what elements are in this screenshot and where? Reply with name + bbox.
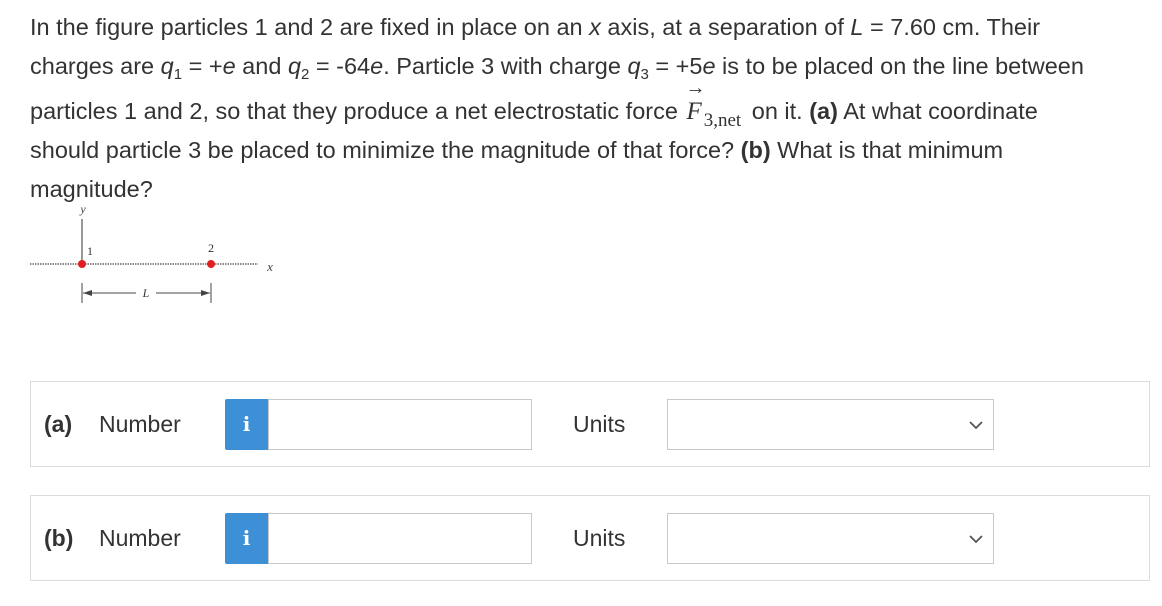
info-icon[interactable]: i	[225, 399, 268, 450]
question-line-3: particles 1 and 2, so that they produce …	[30, 78, 1140, 131]
question-text-span: = +	[182, 53, 223, 79]
number-label-a: Number	[99, 411, 181, 437]
e-variable: e	[702, 53, 716, 79]
dimension-arrow-right-icon	[201, 290, 210, 296]
answer-row-a: (a) Number i Units	[30, 381, 1150, 467]
particle-1	[78, 260, 86, 268]
question-text-span: on it.	[751, 98, 810, 124]
vector-arrow-icon: →	[685, 77, 706, 99]
question-text-span: = 7.60 cm. Their	[863, 14, 1041, 40]
units-select-a[interactable]	[667, 399, 994, 450]
part-label-b: (b)	[44, 525, 74, 551]
q-variable: q	[627, 53, 641, 79]
number-input-a[interactable]	[268, 399, 532, 450]
question-text-span: should particle 3 be placed to minimize …	[30, 137, 741, 163]
separation-label: L	[142, 286, 150, 300]
question-text-span: What is that minimum	[770, 137, 1004, 163]
L-variable: L	[850, 14, 864, 40]
q-variable: q	[287, 53, 302, 79]
particle-1-label: 1	[87, 244, 93, 258]
part-label-a: (a)	[44, 411, 73, 437]
question-text-span: = -64	[309, 53, 371, 79]
subscript: 1	[173, 66, 183, 83]
chevron-down-icon	[969, 535, 983, 544]
info-icon[interactable]: i	[225, 513, 268, 564]
chevron-down-icon	[969, 421, 983, 430]
question-text-span: charges are	[30, 53, 161, 79]
x-axis-label: x	[266, 259, 273, 274]
question-text-span: At what coordinate	[837, 98, 1038, 124]
question-line-4: should particle 3 be placed to minimize …	[30, 131, 1140, 170]
question-line-2: charges are q1 = +e and q2 = -64e. Parti…	[30, 47, 1140, 86]
particle-2	[207, 260, 215, 268]
question-text: In the figure particles 1 and 2 are fixe…	[30, 8, 1140, 209]
question-text-span: . Particle 3 with charge	[383, 53, 628, 79]
question-text-span: particles 1 and 2, so that they produce …	[30, 98, 685, 124]
x-variable: x	[589, 14, 601, 40]
F-variable: F	[686, 98, 702, 125]
dimension-arrow-left-icon	[83, 290, 92, 296]
force-subscript: 3,net	[703, 110, 742, 131]
number-label-b: Number	[99, 525, 181, 551]
answer-row-b: (b) Number i Units	[30, 495, 1150, 581]
units-label-a: Units	[573, 411, 626, 437]
units-select-b[interactable]	[667, 513, 994, 564]
question-text-span: and	[235, 53, 288, 79]
q-variable: q	[160, 53, 174, 79]
e-variable: e	[222, 53, 236, 79]
particle-figure: y x 1 2 L	[30, 195, 290, 315]
units-label-b: Units	[573, 525, 626, 551]
question-text-span: axis, at a separation of	[600, 14, 851, 40]
subscript: 3	[640, 66, 649, 83]
force-vector: → F	[684, 78, 705, 131]
question-text-span: = +5	[648, 53, 703, 79]
question-text-span: In the figure particles 1 and 2 are fixe…	[30, 14, 590, 40]
number-input-b[interactable]	[268, 513, 532, 564]
part-a-marker: (a)	[809, 98, 838, 124]
question-line-1: In the figure particles 1 and 2 are fixe…	[30, 8, 1140, 47]
e-variable: e	[370, 53, 384, 79]
figure-svg: y x 1 2 L	[30, 202, 273, 303]
y-axis-label: y	[79, 202, 86, 216]
question-text-span: is to be placed on the line between	[715, 53, 1084, 79]
part-b-marker: (b)	[740, 137, 771, 163]
particle-2-label: 2	[208, 241, 214, 255]
